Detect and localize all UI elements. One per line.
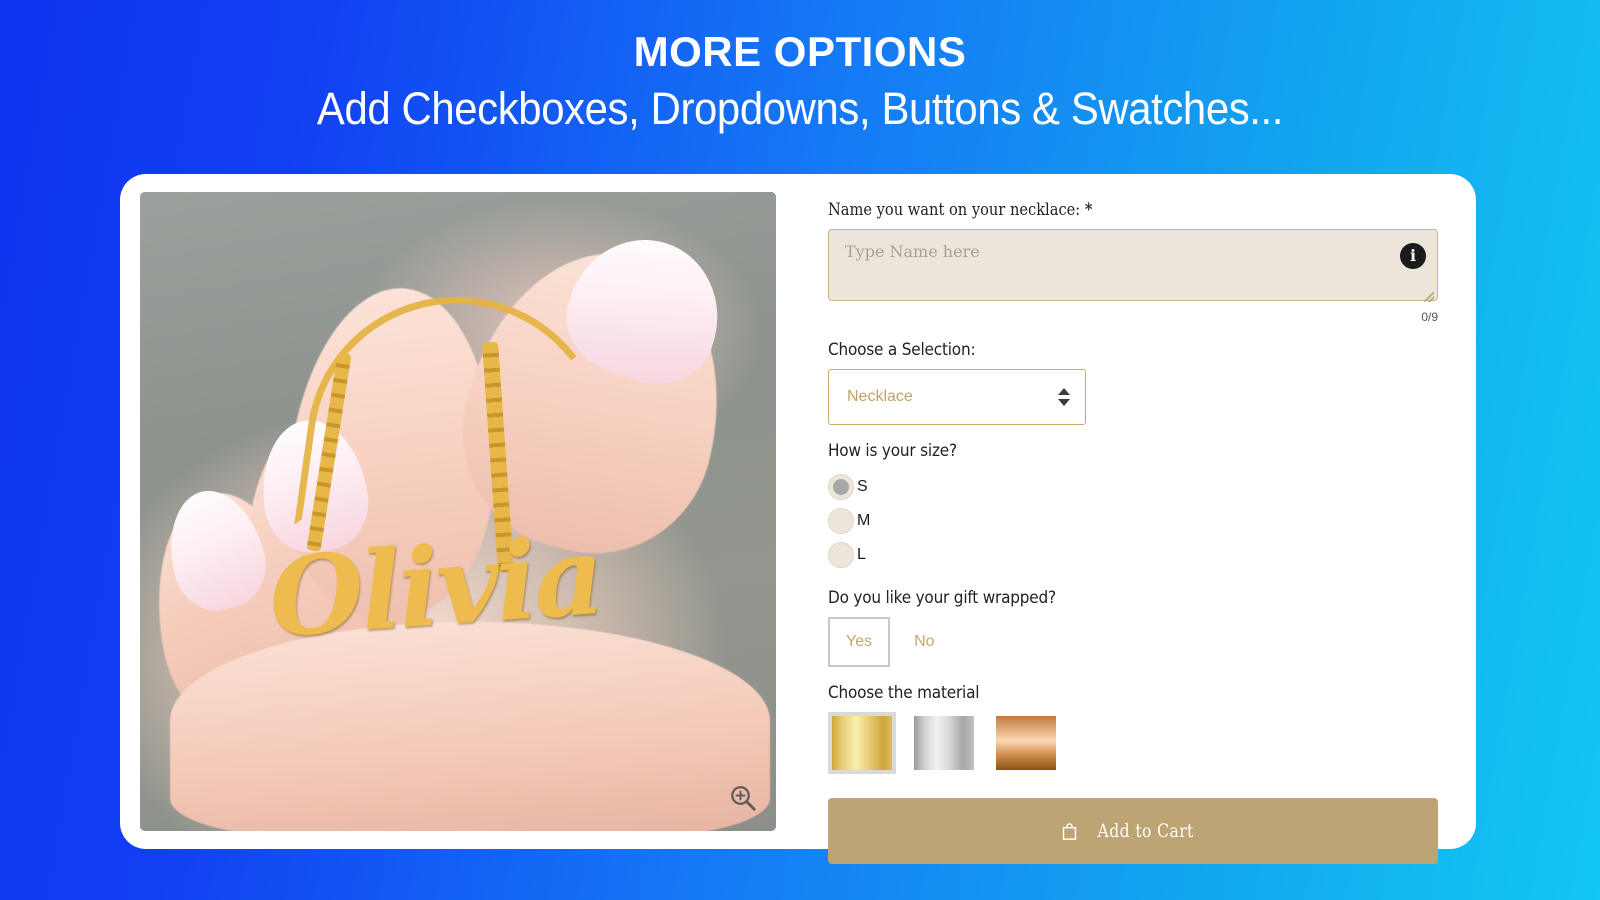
- radio-icon: [828, 508, 854, 534]
- size-option-label: M: [857, 512, 871, 529]
- gift-wrap-options: Yes No: [828, 617, 1438, 667]
- name-input[interactable]: [828, 229, 1438, 301]
- banner-subtitle: Add Checkboxes, Dropdowns, Buttons & Swa…: [316, 83, 1284, 135]
- radio-dot-icon: [833, 479, 849, 495]
- size-option-s[interactable]: S: [828, 470, 1438, 504]
- silver-swatch-icon: [914, 716, 974, 770]
- size-label: How is your size?: [828, 441, 957, 461]
- selection-select[interactable]: Necklace: [828, 369, 1086, 425]
- radio-dot-icon: [833, 513, 849, 529]
- magnifier-plus-icon[interactable]: [728, 783, 758, 813]
- product-card: Olivia Name you want on your necklace: *…: [120, 174, 1476, 864]
- gift-wrap-group: Do you like your gift wrapped? Yes No: [828, 588, 1438, 667]
- size-option-label: S: [857, 478, 868, 495]
- gift-wrap-yes-button[interactable]: Yes: [828, 617, 891, 667]
- name-field-group: Name you want on your necklace: * i 0/9: [828, 200, 1438, 324]
- required-marker: *: [1084, 200, 1093, 220]
- selection-label: Choose a Selection:: [828, 340, 976, 360]
- material-group: Choose the material: [828, 683, 1438, 774]
- gift-wrap-no-button[interactable]: No: [896, 617, 953, 667]
- name-field-label: Name you want on your necklace: *: [828, 200, 1353, 220]
- add-to-cart-button[interactable]: Add to Cart: [828, 798, 1438, 864]
- size-option-m[interactable]: M: [828, 504, 1438, 538]
- material-swatch-rose-gold[interactable]: [992, 712, 1060, 774]
- radio-icon: [828, 542, 854, 568]
- rose-gold-swatch-icon: [996, 716, 1056, 770]
- material-swatches: [828, 712, 1438, 774]
- material-swatch-silver[interactable]: [910, 712, 978, 774]
- material-label: Choose the material: [828, 683, 980, 703]
- gift-wrap-label: Do you like your gift wrapped?: [828, 588, 1056, 608]
- necklace-pendant-name: Olivia: [265, 512, 606, 662]
- size-option-label: L: [857, 546, 866, 563]
- character-counter: 0/9: [1421, 310, 1438, 324]
- banner-title: MORE OPTIONS: [633, 28, 967, 75]
- size-group: How is your size? S M L: [828, 441, 1438, 572]
- name-input-wrapper: i: [828, 229, 1438, 306]
- product-options-form: Name you want on your necklace: * i 0/9 …: [776, 192, 1456, 864]
- radio-dot-icon: [833, 547, 849, 563]
- product-image[interactable]: Olivia: [140, 192, 776, 831]
- gold-swatch-icon: [832, 716, 892, 770]
- selection-group: Choose a Selection: Necklace: [828, 340, 1438, 425]
- add-to-cart-label: Add to Cart: [1097, 820, 1195, 842]
- selection-selected-value: Necklace: [847, 388, 913, 405]
- info-circle-icon[interactable]: i: [1400, 243, 1426, 269]
- shopping-bag-icon: [1063, 822, 1077, 840]
- radio-icon: [828, 474, 854, 500]
- banner-header: MORE OPTIONS Add Checkboxes, Dropdowns, …: [0, 0, 1600, 137]
- material-swatch-gold[interactable]: [828, 712, 896, 774]
- selection-select-wrapper: Necklace: [828, 369, 1086, 425]
- product-photo-background: Olivia: [140, 192, 776, 831]
- name-field-label-text: Name you want on your necklace:: [828, 200, 1081, 220]
- size-option-l[interactable]: L: [828, 538, 1438, 572]
- textarea-resize-handle[interactable]: [1424, 292, 1434, 302]
